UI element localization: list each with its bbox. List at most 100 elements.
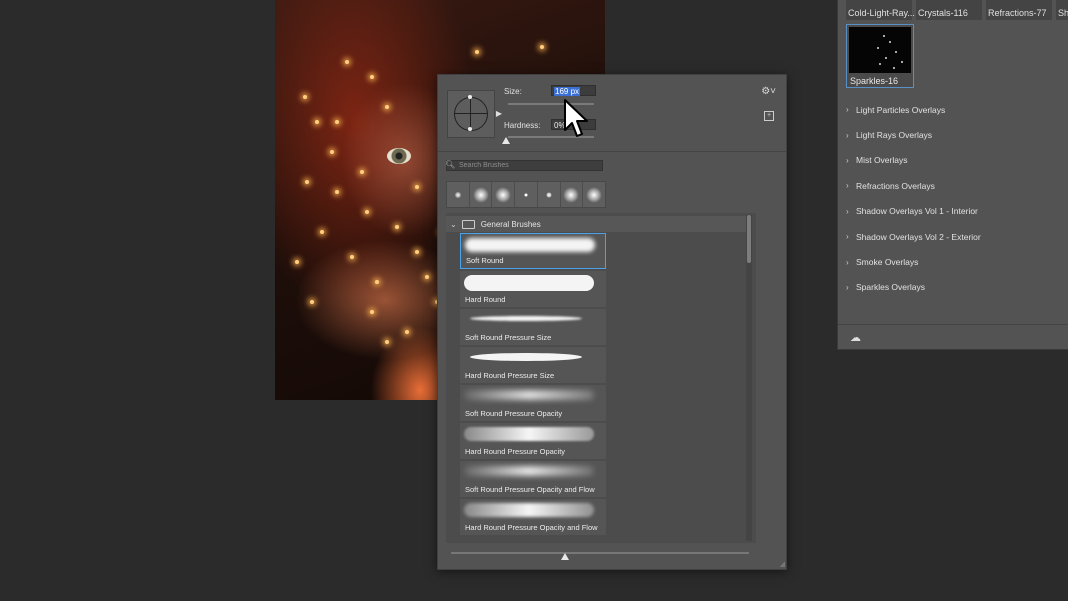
- thumb-cold-light-rays[interactable]: Cold-Light-Ray...: [846, 0, 915, 20]
- sparkle-light: [305, 180, 309, 184]
- sparkle-light: [370, 310, 374, 314]
- libraries-footer: ☁: [838, 324, 1068, 349]
- sparkles-thumbnail-image: [849, 27, 911, 73]
- sparkle-light: [360, 170, 364, 174]
- chevron-right-icon: ›: [846, 206, 849, 216]
- scrollbar-thumb[interactable]: [747, 215, 751, 263]
- brush-soft-round[interactable]: Soft Round: [460, 233, 606, 269]
- sparkle-light: [315, 120, 319, 124]
- brush-preset-picker: ▶ Size: 169 px Hardness: 0% ⚙˅ + 🔍︎ ⌄ Ge…: [437, 74, 787, 570]
- preview-size-slider[interactable]: [451, 552, 749, 554]
- recent-brush-1[interactable]: [447, 182, 470, 207]
- chevron-right-icon: ›: [846, 282, 849, 292]
- sparkle-light: [365, 210, 369, 214]
- category-sparkles[interactable]: › Sparkles Overlays: [846, 275, 981, 300]
- roundness-handle-bottom[interactable]: [468, 127, 472, 131]
- brush-stroke-preview: [464, 275, 594, 291]
- sparkle-light: [335, 120, 339, 124]
- chevron-right-icon: ›: [846, 155, 849, 165]
- brush-stroke-preview: [470, 353, 582, 361]
- sparkle-light: [345, 60, 349, 64]
- brush-soft-round-pressure-opacity[interactable]: Soft Round Pressure Opacity: [460, 385, 606, 421]
- search-icon: 🔍︎: [445, 160, 456, 169]
- folder-icon: [461, 219, 475, 229]
- category-shadow-vol2[interactable]: › Shadow Overlays Vol 2 - Exterior: [846, 224, 981, 249]
- sparkle-light: [385, 105, 389, 109]
- chevron-right-icon: ›: [846, 130, 849, 140]
- recent-brush-4[interactable]: [515, 182, 538, 207]
- category-shadow-vol1[interactable]: › Shadow Overlays Vol 1 - Interior: [846, 199, 981, 224]
- gear-icon[interactable]: ⚙˅: [761, 86, 776, 97]
- sparkle-light: [295, 260, 299, 264]
- brush-soft-round-pressure-opacity-flow[interactable]: Soft Round Pressure Opacity and Flow: [460, 461, 606, 497]
- brush-group-general[interactable]: ⌄ General Brushes: [446, 216, 746, 232]
- chevron-right-icon: ›: [846, 105, 849, 115]
- recent-brush-2[interactable]: [470, 182, 493, 207]
- mouse-cursor-icon: [564, 99, 588, 137]
- sparkle-light: [320, 230, 324, 234]
- sparkle-light: [415, 250, 419, 254]
- new-preset-icon[interactable]: +: [764, 111, 774, 121]
- sparkle-light: [395, 225, 399, 229]
- recent-brush-3[interactable]: [492, 182, 516, 207]
- thumb-sha[interactable]: Sha: [1056, 0, 1068, 20]
- size-input[interactable]: 169 px: [551, 85, 596, 96]
- brush-search-input[interactable]: [459, 161, 599, 170]
- brush-search-box[interactable]: 🔍︎: [445, 160, 603, 171]
- sparkle-light: [405, 330, 409, 334]
- sparkle-light: [375, 280, 379, 284]
- brush-stroke-preview: [465, 238, 595, 252]
- thumb-refractions[interactable]: Refractions-77: [986, 0, 1052, 20]
- cloud-icon[interactable]: ☁: [850, 331, 861, 344]
- brush-group-name: General Brushes: [480, 219, 541, 229]
- resize-grip-icon[interactable]: ◢: [780, 560, 785, 568]
- sparkle-light: [425, 275, 429, 279]
- photo-eye: [387, 148, 411, 164]
- sparkle-light: [350, 255, 354, 259]
- sparkle-light: [540, 45, 544, 49]
- preview-size-slider-knob[interactable]: [561, 553, 569, 560]
- brush-list: ⌄ General Brushes Soft Round Hard Round …: [446, 213, 756, 543]
- recent-brush-7[interactable]: [583, 182, 605, 207]
- sparkle-light: [370, 75, 374, 79]
- category-mist[interactable]: › Mist Overlays: [846, 148, 981, 173]
- category-smoke[interactable]: › Smoke Overlays: [846, 249, 981, 274]
- size-label: Size:: [504, 87, 522, 96]
- thumb-crystals[interactable]: Crystals-116: [916, 0, 982, 20]
- roundness-handle-top[interactable]: [468, 95, 472, 99]
- brush-angle-preview[interactable]: ▶: [447, 90, 502, 138]
- brush-hard-round[interactable]: Hard Round: [460, 271, 606, 307]
- thumb-sparkles-selected[interactable]: Sparkles-16: [846, 24, 914, 88]
- sparkle-light: [303, 95, 307, 99]
- hardness-label: Hardness:: [504, 121, 541, 130]
- brush-hard-round-pressure-size[interactable]: Hard Round Pressure Size: [460, 347, 606, 383]
- recent-brush-5[interactable]: [538, 182, 561, 207]
- brush-hard-round-pressure-opacity-flow[interactable]: Hard Round Pressure Opacity and Flow: [460, 499, 606, 535]
- brush-stroke-preview: [464, 466, 594, 476]
- sparkle-light: [475, 50, 479, 54]
- chevron-right-icon: ›: [846, 257, 849, 267]
- brush-stroke-preview: [464, 503, 594, 517]
- category-light-rays[interactable]: › Light Rays Overlays: [846, 122, 981, 147]
- brush-hard-round-pressure-opacity[interactable]: Hard Round Pressure Opacity: [460, 423, 606, 459]
- category-refractions[interactable]: › Refractions Overlays: [846, 173, 981, 198]
- brush-tip-circle: [454, 97, 488, 131]
- chevron-right-icon: ›: [846, 232, 849, 242]
- sparkle-light: [335, 190, 339, 194]
- sparkle-light: [310, 300, 314, 304]
- libraries-panel: Cold-Light-Ray... Crystals-116 Refractio…: [837, 0, 1068, 350]
- chevron-down-icon: ⌄: [450, 219, 457, 229]
- brush-list-scrollbar[interactable]: [746, 215, 752, 541]
- sparkle-light: [385, 340, 389, 344]
- recent-brush-6[interactable]: [561, 182, 584, 207]
- hardness-slider-knob[interactable]: [502, 137, 510, 144]
- brush-stroke-preview: [470, 316, 582, 321]
- category-light-particles[interactable]: › Light Particles Overlays: [846, 97, 981, 122]
- recent-brushes: [446, 181, 606, 208]
- sparkle-light: [330, 150, 334, 154]
- angle-arrow-icon[interactable]: ▶: [496, 109, 502, 118]
- chevron-right-icon: ›: [846, 181, 849, 191]
- brush-stroke-preview: [464, 427, 594, 441]
- sparkle-light: [415, 185, 419, 189]
- brush-soft-round-pressure-size[interactable]: Soft Round Pressure Size: [460, 309, 606, 345]
